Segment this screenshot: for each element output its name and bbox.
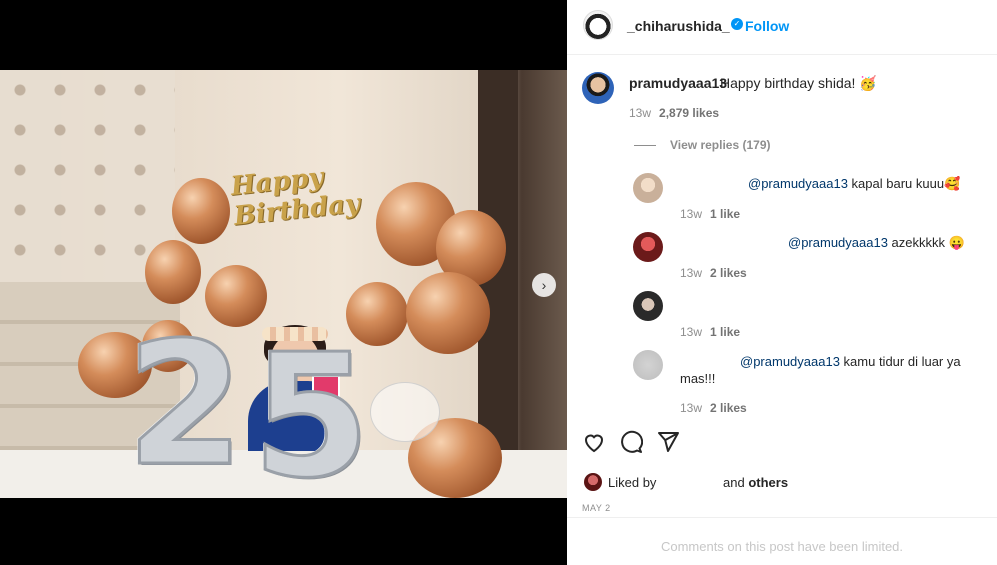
comment-time[interactable]: 13w [629, 106, 651, 120]
share-icon[interactable] [656, 430, 680, 454]
liked-by-label: Liked by [608, 475, 657, 490]
next-photo-button[interactable]: › [532, 273, 556, 297]
liked-by-others[interactable]: and others [723, 475, 788, 490]
comment-icon[interactable] [619, 430, 643, 454]
reply-avatar[interactable] [633, 291, 663, 321]
liked-by-avatar[interactable] [584, 473, 602, 491]
post-header: _chiharushida_ ✓ Follow [567, 0, 997, 55]
post-media: Happy Birthday 2 5 › [0, 0, 567, 565]
owner-username[interactable]: _chiharushida_ [627, 18, 730, 34]
view-replies-button[interactable]: View replies (179) [670, 138, 771, 152]
comment-text: Happy birthday shida! 🥳 [720, 75, 877, 91]
reply-meta: 13w 2 likes [680, 266, 747, 280]
balloon [406, 272, 490, 354]
comment-username[interactable]: pramudyaaa13 [629, 75, 727, 91]
wallpaper [0, 70, 175, 285]
chevron-right-icon: › [541, 277, 547, 293]
post-side-panel: _chiharushida_ ✓ Follow pramudyaaa13 Hap… [567, 0, 997, 565]
replies-divider [634, 145, 656, 146]
reply-avatar[interactable] [633, 173, 663, 203]
balloon [172, 178, 230, 244]
number-balloon-digit: 2 [124, 306, 245, 498]
instagram-post-window: Happy Birthday 2 5 › _chiharushida_ ✓ Fo… [0, 0, 997, 565]
reply-meta: 13w 1 like [680, 325, 741, 339]
post-photo[interactable]: Happy Birthday 2 5 [0, 70, 567, 498]
comments-limited-notice: Comments on this post have been limited. [660, 539, 904, 554]
number-balloon-digit: 5 [250, 318, 371, 499]
mention-link[interactable]: @pramudyaaa13 [788, 235, 888, 250]
balloon [145, 240, 201, 304]
reply-avatar[interactable] [633, 232, 663, 262]
comment-avatar[interactable] [582, 72, 614, 104]
reply-text: @pramudyaaa13 azekkkkk 😛 [788, 235, 965, 250]
heart-icon[interactable] [582, 430, 606, 454]
reply-meta: 13w 2 likes [680, 401, 747, 415]
comment-meta: 13w 2,879 likes [629, 106, 719, 120]
clear-balloon [370, 382, 440, 442]
reply-avatar[interactable] [633, 350, 663, 380]
reply-meta: 13w 1 like [680, 207, 741, 221]
comment-box: Comments on this post have been limited. [567, 517, 997, 565]
post-date[interactable]: MAY 2 [582, 503, 611, 513]
comment-likes[interactable]: 2,879 likes [659, 106, 719, 120]
avatar[interactable] [583, 10, 613, 40]
reply-text: @pramudyaaa13 kamu tidur di luar ya mas!… [680, 354, 961, 386]
verified-badge-icon: ✓ [731, 18, 743, 30]
mention-link[interactable]: @pramudyaaa13 [740, 354, 840, 369]
mention-link[interactable]: @pramudyaaa13 [748, 176, 848, 191]
reply-text: @pramudyaaa13 kapal baru kuuu🥰 [748, 176, 961, 191]
follow-button[interactable]: Follow [745, 18, 789, 34]
post-actions [582, 430, 702, 458]
